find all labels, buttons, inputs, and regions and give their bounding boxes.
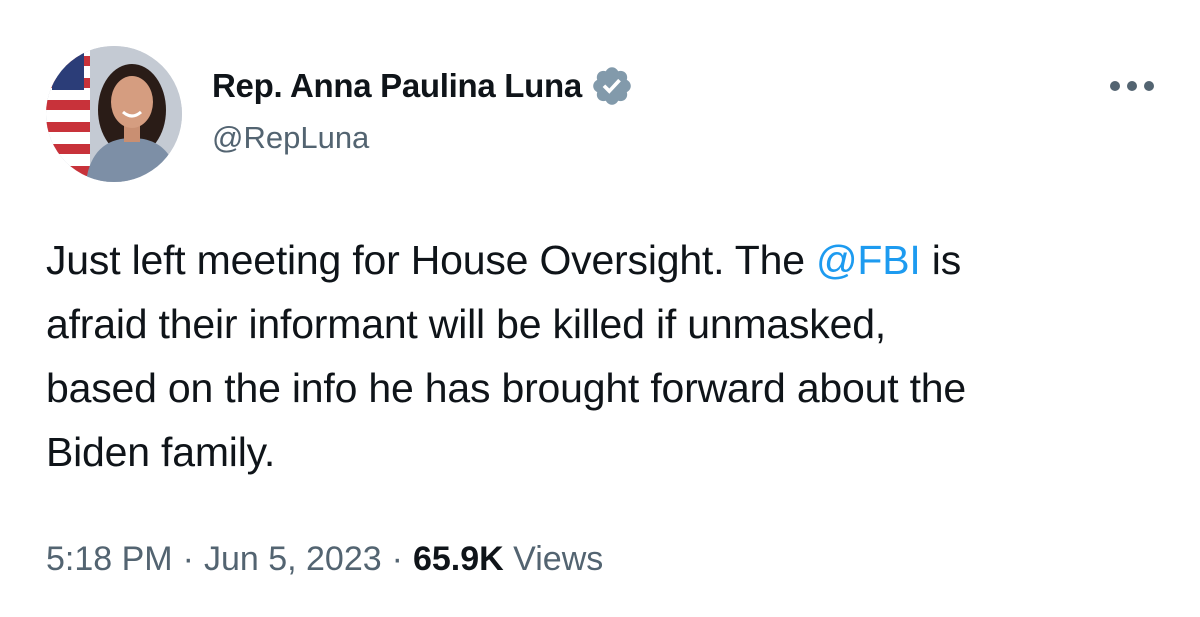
tweet-card: Rep. Anna Paulina Luna @RepLuna Just lef… bbox=[0, 0, 1200, 617]
author-info: Rep. Anna Paulina Luna @RepLuna bbox=[212, 64, 634, 156]
verified-badge-icon bbox=[590, 64, 634, 108]
mention-link[interactable]: @FBI bbox=[816, 237, 921, 283]
separator: · bbox=[182, 540, 194, 578]
handle[interactable]: @RepLuna bbox=[212, 120, 634, 156]
more-options-icon bbox=[1110, 81, 1154, 91]
avatar-image bbox=[46, 46, 182, 182]
tweet-text-line: afraid their informant will be killed if… bbox=[46, 301, 886, 347]
avatar[interactable] bbox=[46, 46, 182, 182]
tweet-text-segment: Just left meeting for House Oversight. T… bbox=[46, 237, 816, 283]
separator: · bbox=[391, 540, 403, 578]
tweet-meta: 5:18 PM · Jun 5, 2023 · 65.9K Views bbox=[46, 540, 603, 579]
timestamp-date[interactable]: Jun 5, 2023 bbox=[204, 540, 382, 578]
views-label: Views bbox=[513, 540, 604, 578]
tweet-text-line: Biden family. bbox=[46, 429, 276, 475]
more-options-button[interactable] bbox=[1108, 66, 1156, 106]
timestamp-time[interactable]: 5:18 PM bbox=[46, 540, 173, 578]
display-name[interactable]: Rep. Anna Paulina Luna bbox=[212, 67, 582, 105]
flag-shape bbox=[46, 46, 90, 182]
views-count: 65.9K bbox=[412, 540, 504, 578]
name-row: Rep. Anna Paulina Luna bbox=[212, 64, 634, 108]
tweet-text-line: based on the info he has brought forward… bbox=[46, 365, 967, 411]
tweet-text-segment: is bbox=[920, 237, 962, 283]
tweet-text-line: Just left meeting for House Oversight. T… bbox=[46, 228, 1166, 292]
tweet-text: Just left meeting for House Oversight. T… bbox=[46, 228, 1166, 484]
